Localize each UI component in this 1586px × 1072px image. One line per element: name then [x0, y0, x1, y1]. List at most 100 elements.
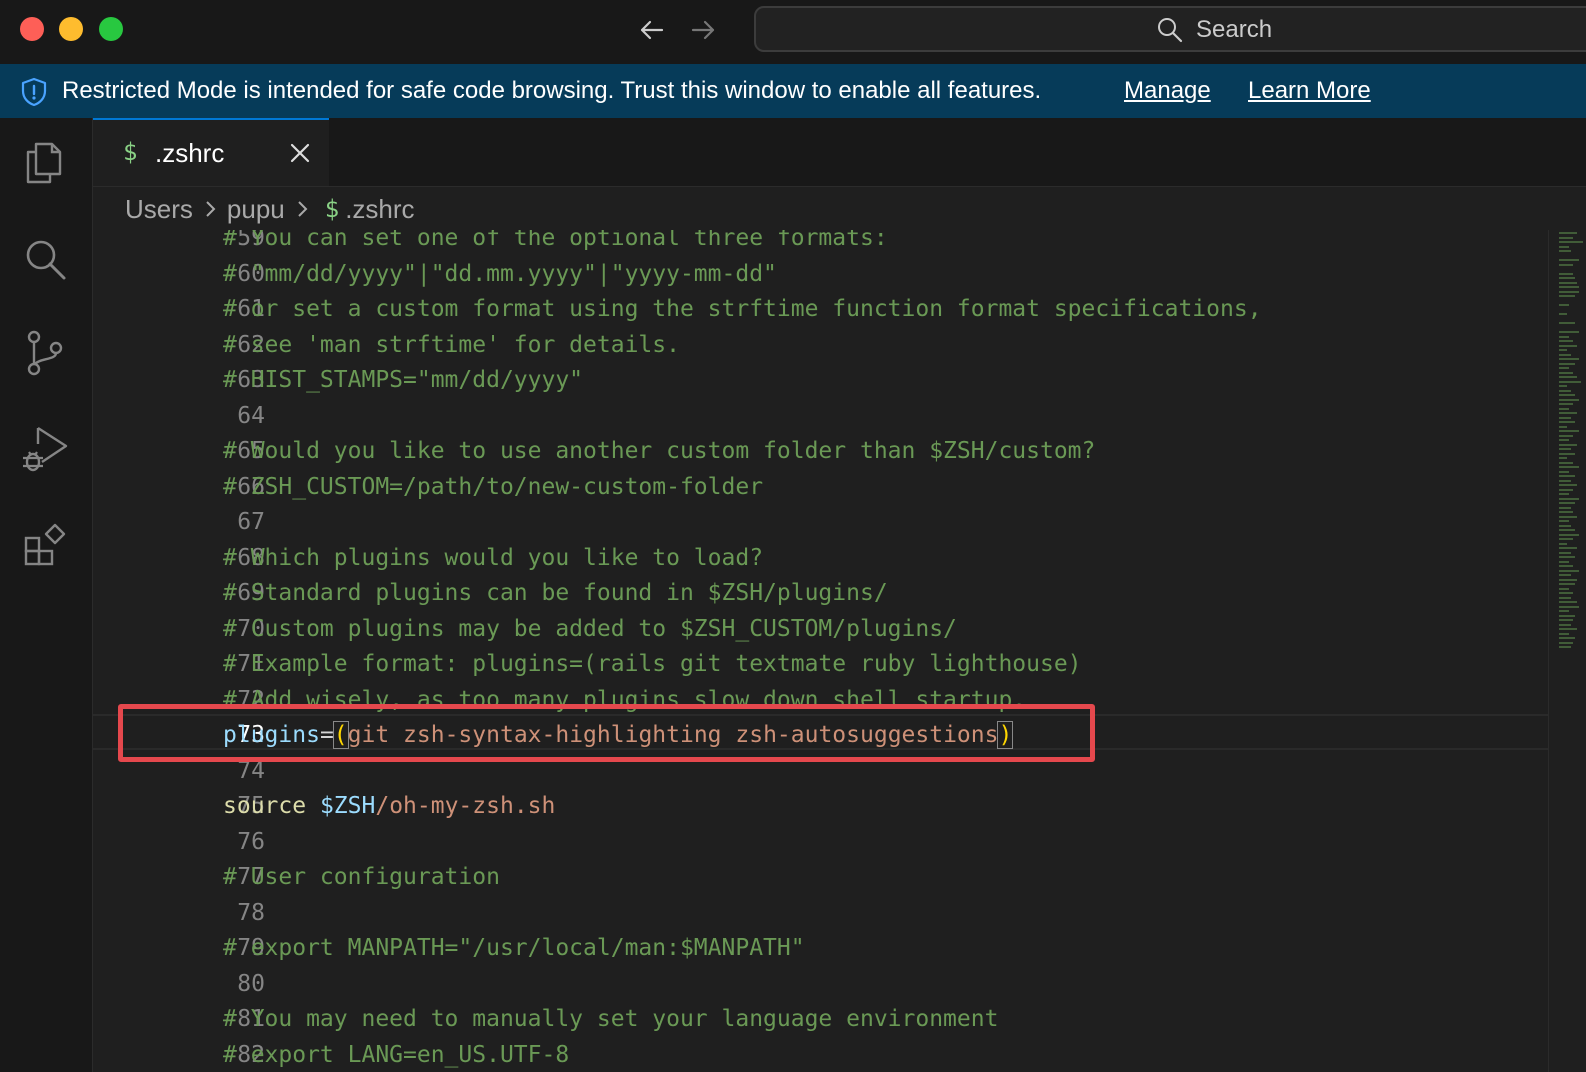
- minimap-line: [1559, 362, 1575, 365]
- zsh-variable: $ZSH: [319, 793, 376, 819]
- minimap-line: [1559, 565, 1573, 567]
- code-text: # Example format: plugins=(rails git tex…: [223, 651, 1082, 677]
- code-line[interactable]: 69 # Standard plugins can be found in $ZS…: [93, 575, 1548, 611]
- code-line[interactable]: 60 # "mm/dd/yyyy"|"dd.mm.yyyy"|"yyyy-mm-d…: [93, 256, 1548, 292]
- code-line[interactable]: 61 # or set a custom format using the str…: [93, 291, 1548, 327]
- code-line[interactable]: 68 # Which plugins would you like to load…: [93, 540, 1548, 576]
- minimap-line: [1559, 484, 1577, 486]
- breadcrumb-users[interactable]: Users: [125, 194, 193, 225]
- minimap-line: [1559, 533, 1579, 536]
- code-line[interactable]: 79 # export MANPATH="/usr/local/man:$MANP…: [93, 930, 1548, 966]
- code-line[interactable]: 66 # ZSH_CUSTOM=/path/to/new-custom-folde…: [93, 469, 1548, 505]
- code-line[interactable]: 59 # You can set one of the optional thre…: [93, 230, 1548, 256]
- breadcrumb-file[interactable]: .zshrc: [345, 194, 414, 225]
- arrow-left-icon[interactable]: [636, 14, 668, 46]
- source-command: source: [223, 793, 307, 819]
- banner-message: Restricted Mode is intended for safe cod…: [62, 77, 1042, 104]
- minimap-line: [1559, 263, 1573, 266]
- minimap-line: [1559, 281, 1577, 284]
- minimap-line: [1559, 425, 1567, 428]
- code-text: # "mm/dd/yyyy"|"dd.mm.yyyy"|"yyyy-mm-dd": [223, 260, 777, 287]
- minimap-line: [1559, 421, 1575, 423]
- minimap-line: [1559, 322, 1575, 324]
- minimap-line: [1559, 232, 1577, 234]
- minimap-line: [1559, 479, 1571, 482]
- shell-file-icon: $: [123, 138, 138, 166]
- minimap-line: [1559, 313, 1567, 315]
- minimap-line: [1559, 367, 1569, 369]
- code-line[interactable]: 64: [93, 398, 1548, 434]
- code-text: # see 'man strftime' for details.: [223, 331, 680, 358]
- learn-more-link[interactable]: Learn More: [1248, 77, 1371, 105]
- line-number: 67: [237, 509, 265, 535]
- code-text: # HIST_STAMPS="mm/dd/yyyy": [223, 367, 584, 393]
- code-editor[interactable]: 59 # You can set one of the optional thre…: [93, 230, 1548, 1072]
- breadcrumb-pupu[interactable]: pupu: [227, 194, 285, 225]
- minimap-line: [1559, 448, 1571, 450]
- minimap-line: [1559, 641, 1573, 644]
- code-text: # export LANG=en_US.UTF-8: [223, 1041, 570, 1068]
- command-center-search[interactable]: Search: [754, 6, 1586, 52]
- code-line[interactable]: 81 # You may need to manually set your la…: [93, 1001, 1548, 1037]
- explorer-icon[interactable]: [20, 138, 70, 188]
- minimap-line: [1559, 461, 1573, 464]
- code-line[interactable]: 75 source $ZSH/oh-my-zsh.sh: [93, 788, 1548, 824]
- run-debug-icon[interactable]: [20, 424, 70, 474]
- minimap-line: [1559, 614, 1575, 617]
- minimap-line: [1559, 578, 1577, 581]
- breadcrumb: Users pupu $ .zshrc: [125, 190, 415, 228]
- minimap-line: [1559, 389, 1571, 392]
- minimap-line: [1559, 412, 1577, 414]
- minimap-line: [1559, 551, 1571, 554]
- minimap-line: [1559, 452, 1575, 455]
- minimap-line: [1559, 610, 1569, 612]
- minimap-line: [1559, 236, 1573, 239]
- zoom-window-button[interactable]: [99, 17, 123, 41]
- minimap-line: [1559, 574, 1571, 576]
- extensions-icon[interactable]: [20, 520, 70, 570]
- code-line[interactable]: 63 # HIST_STAMPS="mm/dd/yyyy": [93, 362, 1548, 398]
- code-line[interactable]: 70 # Custom plugins may be added to $ZSH_…: [93, 611, 1548, 647]
- search-icon: [1158, 18, 1183, 43]
- minimap-line: [1559, 250, 1571, 252]
- chevron-right-icon: [206, 201, 216, 217]
- close-window-button[interactable]: [20, 17, 44, 41]
- code-text: # Which plugins would you like to load?: [223, 544, 764, 571]
- minimap[interactable]: [1548, 230, 1586, 1072]
- minimap-line: [1559, 515, 1577, 518]
- minimap-line: [1559, 511, 1573, 513]
- code-text: # User configuration: [223, 864, 500, 890]
- search-icon[interactable]: [20, 234, 70, 284]
- code-line[interactable]: 62 # see 'man strftime' for details.: [93, 327, 1548, 363]
- code-line[interactable]: 78: [93, 895, 1548, 931]
- code-text: # ZSH_CUSTOM=/path/to/new-custom-folder: [223, 473, 764, 500]
- code-line[interactable]: 80: [93, 966, 1548, 1002]
- minimap-line: [1559, 358, 1579, 360]
- minimap-line: [1559, 592, 1573, 594]
- code-line[interactable]: 71 # Example format: plugins=(rails git t…: [93, 646, 1548, 682]
- code-text: # Custom plugins may be added to $ZSH_CU…: [223, 615, 957, 642]
- minimap-line: [1559, 547, 1577, 549]
- minimap-line: [1559, 259, 1579, 261]
- tab-zshrc[interactable]: $ .zshrc: [93, 118, 329, 186]
- arrow-right-icon[interactable]: [687, 14, 719, 46]
- line-number: 80: [237, 970, 265, 997]
- code-line[interactable]: 77 # User configuration: [93, 859, 1548, 895]
- minimap-line: [1559, 407, 1569, 410]
- manage-link[interactable]: Manage: [1124, 77, 1211, 105]
- code-line[interactable]: 82 # export LANG=en_US.UTF-8: [93, 1037, 1548, 1072]
- minimap-line: [1559, 466, 1579, 468]
- minimap-line: [1559, 277, 1575, 279]
- minimap-line: [1559, 340, 1573, 342]
- source-control-icon[interactable]: [20, 328, 70, 378]
- minimap-line: [1559, 430, 1579, 432]
- minimap-line: [1559, 380, 1581, 383]
- minimap-line: [1559, 542, 1567, 545]
- close-icon[interactable]: [287, 140, 313, 166]
- minimize-window-button[interactable]: [59, 17, 83, 41]
- minimap-line: [1559, 344, 1577, 347]
- code-line[interactable]: 65 # Would you like to use another custom…: [93, 433, 1548, 469]
- minimap-line: [1559, 295, 1575, 297]
- code-line[interactable]: 76: [93, 824, 1548, 860]
- code-line[interactable]: 67: [93, 504, 1548, 540]
